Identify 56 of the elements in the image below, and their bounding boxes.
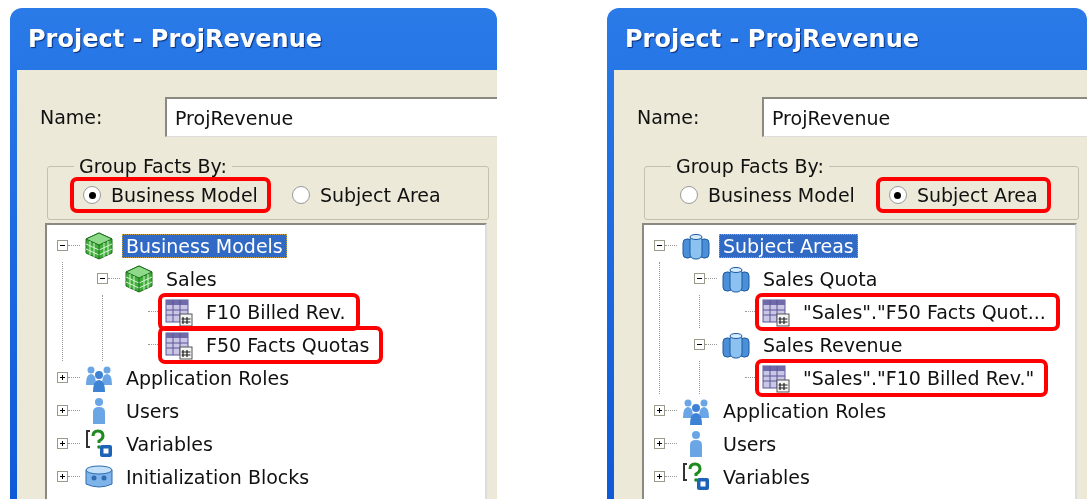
expand-toggle[interactable] <box>694 273 705 284</box>
tree-item-label: Business Models <box>122 233 287 258</box>
radio-button[interactable] <box>680 186 698 204</box>
expand-toggle[interactable] <box>654 471 665 482</box>
window-title: Project - ProjRevenue <box>624 24 921 55</box>
tree-item-label: Sales Quota <box>762 266 879 291</box>
tree-item[interactable]: "Sales"."F10 Billed Rev." <box>755 358 1049 397</box>
tree-item-label: Sales <box>165 266 218 291</box>
tree-item-label: Subject Areas <box>719 233 858 258</box>
table-hash-icon <box>164 296 194 327</box>
tree-item-label: "Sales"."F50 Facts Quot... <box>802 299 1047 324</box>
group-label: Group Facts By: <box>675 155 825 177</box>
expand-toggle[interactable] <box>654 405 665 416</box>
expand-toggle[interactable] <box>57 438 68 449</box>
radio-button[interactable] <box>291 186 310 204</box>
tree-item-label: F50 Facts Quotas <box>205 332 371 357</box>
expand-toggle[interactable] <box>654 438 665 449</box>
expand-toggle[interactable] <box>694 339 705 350</box>
radio-option[interactable]: Subject Area <box>278 177 454 213</box>
table-hash-icon <box>761 296 791 327</box>
question-variable-icon <box>84 428 114 459</box>
table-hash-icon <box>761 362 791 393</box>
tree-item[interactable]: F10 Billed Rev. <box>158 292 360 331</box>
tree-item-label: F10 Billed Rev. <box>205 299 347 324</box>
grid-cube-icon <box>124 263 154 294</box>
radio-option[interactable]: Business Model <box>667 177 868 213</box>
group-label: Group Facts By: <box>78 155 228 177</box>
tree-item-label: Initialization Blocks <box>125 464 311 489</box>
radio-option[interactable]: Business Model <box>70 177 271 213</box>
tree-item-label: Users <box>125 398 181 423</box>
tree-item-label: "Sales"."F10 Billed Rev." <box>802 365 1036 390</box>
tree-item-label: Application Roles <box>722 398 888 423</box>
grid-cube-icon <box>84 230 114 261</box>
name-label: Name: <box>637 106 701 128</box>
question-variable-icon <box>681 461 711 492</box>
radio-button[interactable] <box>888 186 907 204</box>
expand-toggle[interactable] <box>57 240 68 251</box>
tree-item[interactable]: "Sales"."F50 Facts Quot... <box>755 292 1060 331</box>
expand-toggle[interactable] <box>57 405 68 416</box>
name-label: Name: <box>40 106 104 128</box>
name-field[interactable]: ProjRevenue <box>165 97 497 137</box>
expand-toggle[interactable] <box>57 372 68 383</box>
expand-toggle[interactable] <box>654 240 665 251</box>
name-field[interactable]: ProjRevenue <box>762 97 1087 137</box>
tree-item-label: Variables <box>125 431 214 456</box>
tree-item-label: Users <box>722 431 778 456</box>
expand-toggle[interactable] <box>57 471 68 482</box>
tree-item-label: Variables <box>722 464 811 489</box>
tree-item-label: Sales Revenue <box>762 332 904 357</box>
window-title: Project - ProjRevenue <box>27 24 324 55</box>
radio-option[interactable]: Subject Area <box>875 177 1051 213</box>
tree-item[interactable]: F50 Facts Quotas <box>158 325 384 364</box>
expand-toggle[interactable] <box>97 273 108 284</box>
table-hash-icon <box>164 329 194 360</box>
tree-item-label: Application Roles <box>125 365 291 390</box>
radio-button[interactable] <box>83 186 101 204</box>
